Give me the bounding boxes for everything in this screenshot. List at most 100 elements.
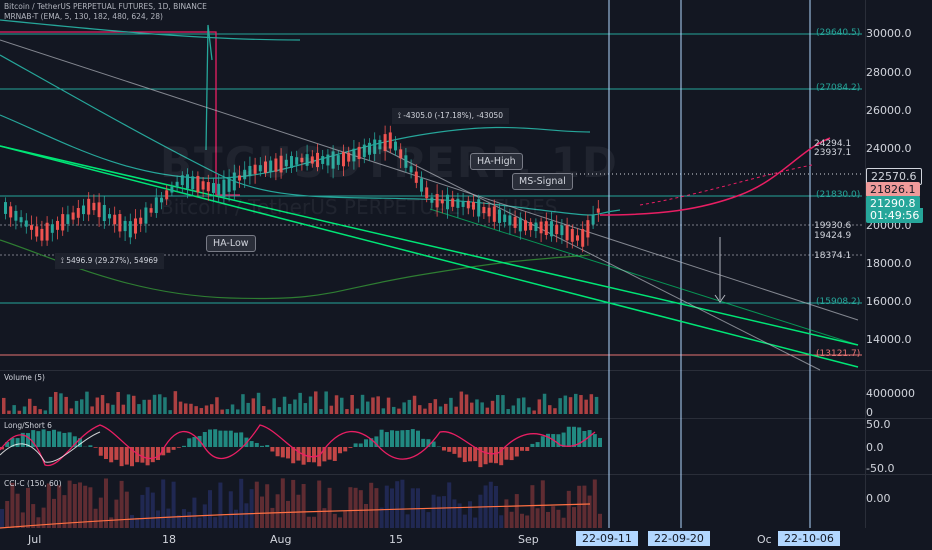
volume-bar: [568, 397, 573, 414]
longshort-bar: [405, 430, 410, 447]
candle-body: [87, 198, 91, 215]
ma-green-low: [0, 239, 591, 300]
cci-bar: [228, 491, 233, 528]
longshort-bar: [104, 447, 108, 460]
volume-tick: 4000000: [866, 387, 915, 400]
measure-top[interactable]: ⟟ -4305.0 (-17.18%), -43050: [392, 108, 510, 124]
candle-body: [170, 186, 174, 193]
cci-bar: [46, 483, 51, 528]
volume-bar: [106, 403, 110, 414]
cci-bar: [275, 494, 280, 528]
longshort-bar: [15, 438, 20, 447]
cci-bar: [379, 507, 384, 528]
level-tag: 19424.9: [814, 231, 852, 241]
cci-bar: [509, 511, 514, 528]
volume-bar: [220, 409, 224, 414]
longshort-bar: [452, 447, 457, 454]
cci-bar: [145, 487, 150, 528]
cci-histogram: [0, 478, 602, 528]
price-tick: 18000.0: [866, 257, 912, 270]
longshort-tick: 0.0: [866, 441, 884, 454]
ha-high-label[interactable]: HA-High: [470, 153, 523, 170]
volume-bar: [381, 408, 386, 414]
volume-bar: [418, 405, 422, 414]
volume-bar: [168, 410, 172, 414]
cci-bar: [130, 515, 134, 528]
teal-spike: [205, 24, 213, 151]
projection-dashed: [639, 164, 813, 206]
longshort-bar: [312, 447, 316, 463]
cci-bar: [364, 503, 368, 528]
date-tag-22-09-11[interactable]: 22-09-11: [576, 531, 638, 546]
cci-bar: [57, 485, 62, 528]
volume-bar: [256, 392, 261, 414]
longshort-bar: [457, 447, 462, 458]
cci-bar: [182, 509, 186, 528]
cci-bar: [15, 493, 20, 528]
cci-bar: [124, 491, 129, 528]
cci-bar: [187, 511, 192, 528]
volume-bar: [152, 394, 157, 414]
longshort-bar: [353, 443, 358, 447]
volume-bar: [459, 391, 464, 414]
volume-bar: [329, 405, 334, 414]
volume-bar: [464, 394, 469, 414]
cci-bar: [31, 504, 36, 528]
volume-bars: [2, 391, 599, 414]
cci-bar: [327, 487, 332, 528]
volume-bar: [173, 391, 178, 414]
candle-body: [139, 217, 143, 224]
cci-bar: [312, 516, 316, 528]
cci-bar: [156, 510, 160, 528]
longshort-bar: [447, 447, 452, 452]
cci-bar: [540, 480, 545, 528]
volume-bar: [236, 409, 240, 414]
cci-bar: [551, 506, 556, 528]
longshort-bar: [494, 447, 498, 464]
longshort-pane-title: Long/Short 6: [4, 421, 52, 430]
cci-bar: [166, 508, 171, 528]
cci-bar: [161, 479, 166, 528]
cci-bar: [239, 478, 244, 528]
cci-bar: [452, 499, 457, 528]
volume-bar: [132, 395, 136, 414]
cci-bar: [514, 494, 519, 528]
longshort-bar: [514, 447, 519, 457]
cci-bar: [192, 497, 197, 528]
date-tag-22-09-20[interactable]: 22-09-20: [648, 531, 710, 546]
cci-bar: [436, 496, 441, 528]
cci-bar: [556, 509, 561, 528]
cci-bar: [119, 480, 124, 528]
date-tag-22-10-06[interactable]: 22-10-06: [778, 531, 840, 546]
measure-bottom[interactable]: ⟟ 5496.9 (29.27%), 54969: [55, 253, 164, 269]
longshort-bar: [462, 447, 467, 463]
cci-bar: [353, 487, 358, 528]
ma-teal-top: [0, 19, 301, 41]
volume-bar: [95, 397, 100, 414]
volume-bar: [407, 399, 412, 414]
cci-bar: [572, 507, 576, 528]
longshort-bar: [239, 432, 244, 447]
volume-bar: [579, 395, 583, 414]
pane-divider: [0, 418, 932, 419]
volume-bar: [241, 394, 245, 414]
cci-bar: [390, 488, 394, 528]
cci-bar: [0, 508, 4, 528]
candle-body: [586, 220, 590, 238]
volume-bar: [480, 402, 484, 414]
cci-bar: [587, 495, 592, 528]
longshort-bar: [171, 447, 176, 450]
longshort-bar: [234, 432, 238, 447]
price-chart[interactable]: [0, 0, 932, 550]
chart-header: Bitcoin / TetherUS PERPETUAL FUTURES, 1D…: [4, 2, 207, 21]
projection-curve: [599, 137, 831, 216]
cci-bar: [223, 516, 228, 528]
cci-bar: [208, 490, 212, 528]
volume-bar: [516, 398, 521, 414]
volume-bar: [137, 404, 141, 414]
ms-signal-label[interactable]: MS-Signal: [512, 173, 573, 190]
candle-body: [66, 214, 70, 224]
longshort-bar: [488, 447, 493, 463]
ha-low-label[interactable]: HA-Low: [206, 235, 256, 252]
longshort-bar: [400, 430, 405, 447]
